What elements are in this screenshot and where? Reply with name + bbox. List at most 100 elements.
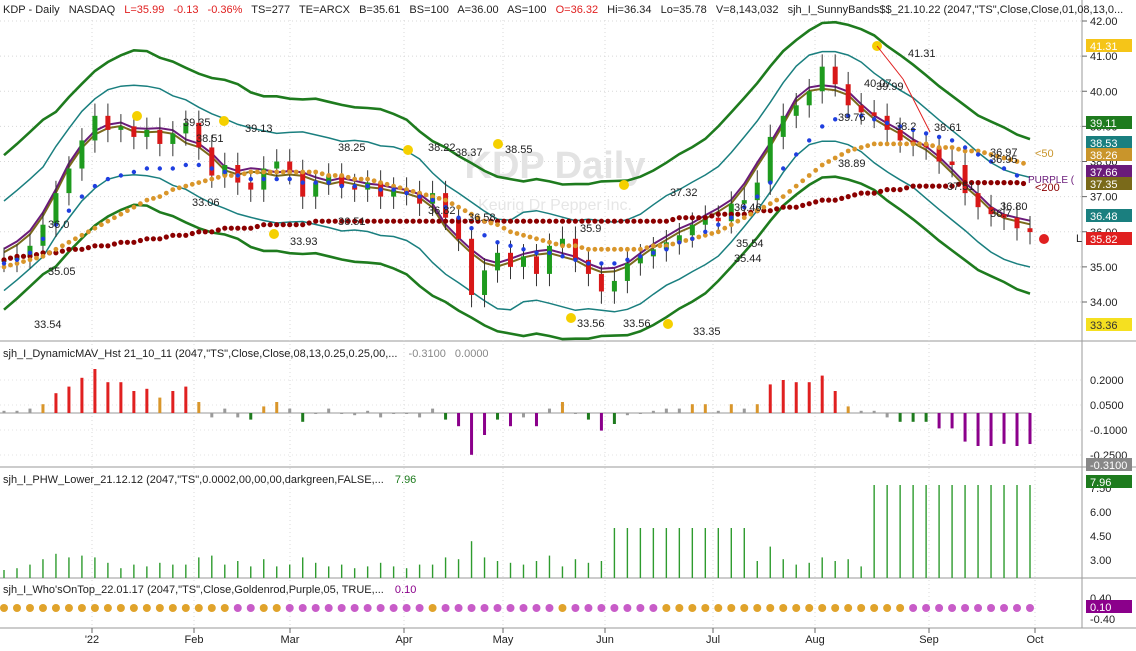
dot-ma-200 (832, 197, 838, 203)
dot-ma-50 (878, 141, 883, 147)
phw-bar (392, 566, 395, 578)
dmav-bar (197, 402, 201, 413)
dot-ma-200 (839, 195, 845, 201)
dot-ma-200 (72, 246, 78, 252)
dot-ma-200 (66, 246, 72, 252)
dot-ma-50 (183, 183, 189, 189)
dmav-bar (703, 404, 707, 413)
dot-ma-200 (774, 206, 780, 212)
dot-ma-fast (573, 257, 578, 262)
dot-ma-50 (722, 225, 728, 231)
dot-ma-fast (703, 229, 708, 234)
candle-body (611, 280, 617, 292)
label-lt50: <50 (1035, 148, 1054, 160)
dmav-bar (690, 404, 694, 413)
dot-ma-50 (332, 173, 338, 178)
phw-bar (587, 562, 590, 578)
phw-bar (782, 559, 784, 578)
phw-bar (899, 485, 901, 578)
dot-ma-50 (612, 246, 617, 252)
phw-bar (938, 485, 940, 578)
dot-ma-fast (248, 176, 253, 182)
price-label: 35.54 (736, 238, 764, 250)
phw-label: sjh_I_PHW_Lower_21.12.12 (2047,"TS",0.00… (3, 474, 384, 486)
dot-ma-50 (599, 246, 604, 252)
price-label: 38.89 (838, 158, 866, 170)
value-badge-text: -0.3100 (1090, 460, 1127, 472)
dot-ma-50 (125, 208, 130, 214)
phw-bar (16, 568, 18, 578)
dot-ma-200 (384, 218, 390, 224)
dot-ma-50 (261, 169, 267, 175)
value-badge-text: 35.82 (1090, 234, 1118, 246)
dot-ma-50 (131, 204, 137, 210)
dmav-bar (2, 410, 6, 413)
dot-ma-50 (774, 197, 780, 203)
dot-ma-50 (631, 246, 637, 252)
value-badge-text: 7.96 (1090, 477, 1111, 489)
dot-ma-50 (287, 169, 293, 175)
dot-ma-200 (267, 222, 273, 228)
time-tick-label: Feb (185, 634, 204, 646)
phw-bar (237, 561, 239, 578)
dmav-bar (872, 410, 876, 413)
header-bid: B=35.61 (359, 4, 400, 16)
dot-ma-200 (85, 245, 91, 251)
dot-ma-200 (910, 183, 916, 189)
who-dot (922, 604, 931, 612)
dot-ma-200 (806, 201, 812, 207)
dmav-bar (664, 408, 668, 413)
dmav-bar (314, 413, 318, 414)
swing-marker (493, 139, 503, 149)
dmav-bar (15, 410, 19, 413)
dot-ma-50 (60, 243, 65, 249)
dmav-bar (677, 408, 681, 413)
phw-bar (1003, 485, 1005, 578)
who-dot (103, 604, 112, 612)
phw-bar (769, 546, 771, 578)
dot-ma-50 (845, 148, 851, 154)
dmav-bar (1002, 413, 1006, 444)
dmav-bar (366, 410, 370, 413)
dot-ma-fast (560, 254, 565, 259)
dot-ma-200 (410, 218, 416, 224)
dmav-label: sjh_I_DynamicMAV_Hst 21_10_11 (2047,"TS"… (3, 348, 397, 360)
phw-bar (886, 485, 888, 578)
dot-ma-200 (118, 239, 124, 245)
phw-value-1: 7.96 (395, 474, 416, 486)
dot-ma-200 (261, 222, 267, 228)
phw-bar (951, 485, 953, 578)
candle-body (79, 140, 85, 169)
value-badge-text: 37.35 (1090, 179, 1118, 191)
phw-bar (68, 557, 70, 578)
dot-ma-50 (949, 145, 955, 150)
phw-bar (808, 562, 810, 578)
dmav-header: sjh_I_DynamicMAV_Hst 21_10_11 (2047,"TS"… (3, 348, 489, 360)
dmav-bar (820, 375, 824, 413)
dot-ma-50 (832, 155, 838, 161)
dot-ma-fast (1, 261, 7, 266)
dot-ma-50 (547, 239, 552, 245)
candle-body (520, 256, 526, 267)
who-dot (597, 604, 606, 612)
dot-ma-200 (884, 187, 890, 193)
candle-body (92, 115, 98, 141)
who-dot (77, 604, 86, 612)
dot-ma-50 (586, 246, 591, 252)
dot-ma-fast (105, 176, 111, 182)
swing-marker (403, 145, 413, 155)
dot-ma-200 (663, 218, 670, 224)
dot-ma-50 (176, 185, 182, 191)
header-open: O=36.32 (556, 4, 599, 16)
who-value-1: 0.10 (395, 584, 416, 596)
who-dot (909, 604, 918, 612)
dot-ma-50 (456, 204, 461, 210)
phw-bar (626, 528, 629, 578)
dmav-bar (54, 393, 58, 413)
price-label: 36.95 (990, 154, 1018, 166)
dot-ma-50 (397, 185, 403, 191)
phw-bar (665, 528, 668, 578)
candle-body (1014, 217, 1020, 229)
dot-ma-50 (904, 141, 909, 147)
price-label: 36.82 (428, 205, 456, 217)
